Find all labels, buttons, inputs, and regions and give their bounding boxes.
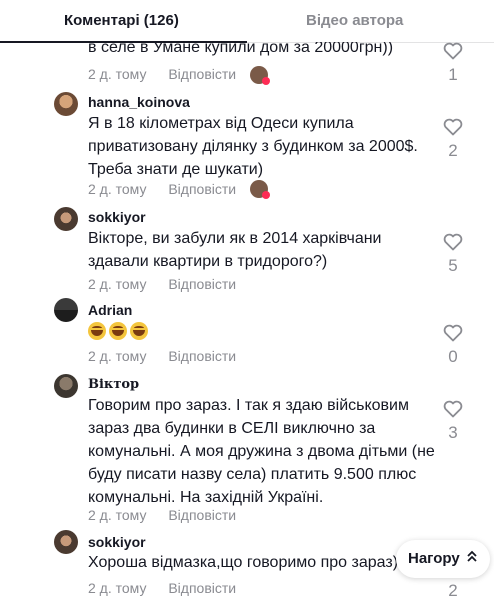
heart-icon[interactable] [443, 400, 463, 418]
comment-username[interactable]: Віктор [88, 377, 139, 392]
comment-text: Вікторе, ви забули як в 2014 харківчани … [88, 230, 382, 270]
avatar[interactable] [54, 92, 78, 116]
heart-icon[interactable] [443, 324, 463, 342]
scroll-to-top-label: Нагору [408, 550, 460, 567]
reply-button[interactable]: Відповісти [168, 181, 236, 197]
reply-button[interactable]: Відповісти [168, 66, 236, 82]
reply-button[interactable]: Відповісти [168, 276, 236, 292]
heart-icon[interactable] [443, 118, 463, 136]
like-count: 0 [448, 347, 458, 366]
comment-time: 2 д. тому [88, 507, 147, 523]
comment-text: Хороша відмазка,що говоримо про зараз) [88, 554, 399, 571]
heart-icon[interactable] [443, 233, 463, 251]
like-control[interactable]: 0 [441, 324, 465, 367]
comment-time: 2 д. тому [88, 276, 147, 292]
comment-list[interactable]: в селе в Умане купили дом за 20000грн)) … [0, 42, 494, 600]
comment-meta: 2 д. тому Відповісти [88, 348, 236, 364]
heart-badge-icon [262, 77, 270, 85]
comment-time: 2 д. тому [88, 66, 147, 82]
comment-time: 2 д. тому [88, 348, 147, 364]
comment-text: Я в 18 кілометрах від Одеси купила прива… [88, 115, 418, 178]
scroll-to-top-button[interactable]: Нагору [396, 540, 490, 578]
like-control[interactable]: 1 [441, 42, 465, 85]
reply-button[interactable]: Відповісти [168, 580, 236, 596]
avatar[interactable] [54, 207, 78, 231]
comment-emojis [88, 319, 428, 342]
comment-meta: 2 д. тому Відповісти [88, 66, 236, 82]
comment-meta: 2 д. тому Відповісти [88, 507, 236, 523]
like-count: 1 [448, 65, 458, 84]
like-control[interactable]: 2 [441, 576, 465, 600]
comment-meta: 2 д. тому Відповісти [88, 580, 236, 596]
comment-time: 2 д. тому [88, 580, 147, 596]
reply-button[interactable]: Відповісти [168, 507, 236, 523]
laughing-emoji-icon [88, 321, 106, 340]
reply-button[interactable]: Відповісти [168, 348, 236, 364]
comment-username[interactable]: sokkiyor [88, 534, 146, 550]
comment-meta: 2 д. тому Відповісти [88, 181, 236, 197]
laughing-emoji-icon [130, 321, 148, 340]
comment-meta: 2 д. тому Відповісти [88, 276, 236, 292]
heart-icon[interactable] [443, 42, 463, 60]
avatar[interactable] [54, 298, 78, 322]
laughing-emoji-icon [109, 321, 127, 340]
tab-bar: Коментарі (126) Відео автора [0, 0, 494, 43]
tab-author-videos[interactable]: Відео автора [306, 12, 403, 29]
avatar[interactable] [54, 530, 78, 554]
comment-text: Говорим про зараз. І так я здаю військов… [88, 397, 435, 506]
comment-username[interactable]: Adrian [88, 302, 132, 318]
avatar[interactable] [54, 374, 78, 398]
like-control[interactable]: 2 [441, 118, 465, 161]
heart-badge-icon [262, 191, 270, 199]
comment-text: в селе в Умане купили дом за 20000грн)) [88, 42, 394, 56]
like-control[interactable]: 5 [441, 233, 465, 276]
comment-username[interactable]: hanna_koinova [88, 94, 190, 110]
like-count: 5 [448, 256, 458, 275]
comment-time: 2 д. тому [88, 181, 147, 197]
tab-comments[interactable]: Коментарі (126) [64, 12, 179, 29]
like-control[interactable]: 3 [441, 400, 465, 443]
like-count: 3 [448, 423, 458, 442]
like-count: 2 [448, 141, 458, 160]
comment-username[interactable]: sokkiyor [88, 209, 146, 225]
like-count: 2 [448, 581, 458, 600]
double-chevron-up-icon [466, 548, 478, 567]
